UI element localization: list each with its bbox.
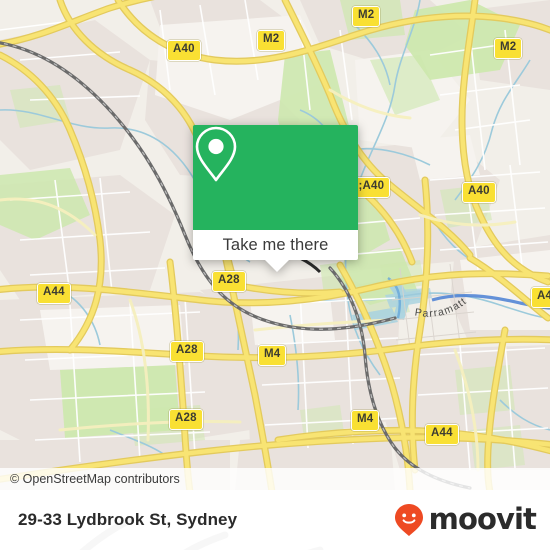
popup-tail-pointer	[265, 260, 289, 272]
road-shield: A28	[169, 409, 203, 430]
road-shield: M2	[257, 30, 286, 51]
attribution-text[interactable]: © OpenStreetMap contributors	[0, 472, 180, 486]
road-shield: A44	[37, 283, 71, 304]
road-shield: M2	[494, 38, 523, 59]
road-shield: M2	[352, 6, 381, 27]
popup-action-bar[interactable]: Take me there	[193, 230, 358, 260]
moovit-smiley-pin-icon	[394, 504, 423, 536]
destination-popup-card[interactable]: Take me there	[193, 125, 358, 272]
road-shield: M4	[351, 410, 380, 431]
map-canvas[interactable]: Parramatta River M2 M2 A40 M2 B;A40 A40 …	[0, 0, 550, 490]
location-pin-icon	[195, 126, 237, 182]
road-shield: A28	[212, 271, 246, 292]
moovit-logo[interactable]: moovit	[394, 501, 537, 537]
road-shield: A44	[531, 287, 550, 308]
road-shield: A44	[425, 424, 459, 445]
road-shield: A40	[167, 40, 201, 61]
address-label: 29-33 Lydbrook St, Sydney	[18, 510, 238, 529]
take-me-there-label: Take me there	[222, 235, 329, 254]
road-shield: A28	[170, 341, 204, 362]
map-attribution-bar: © OpenStreetMap contributors	[0, 468, 550, 490]
road-shield: A40	[462, 182, 496, 203]
footer-bar: 29-33 Lydbrook St, Sydney moovit	[0, 490, 550, 550]
map-screenshot: Parramatta River M2 M2 A40 M2 B;A40 A40 …	[0, 0, 550, 550]
moovit-wordmark: moovit	[428, 501, 537, 536]
road-shield: M4	[258, 345, 287, 366]
popup-header	[193, 125, 358, 230]
